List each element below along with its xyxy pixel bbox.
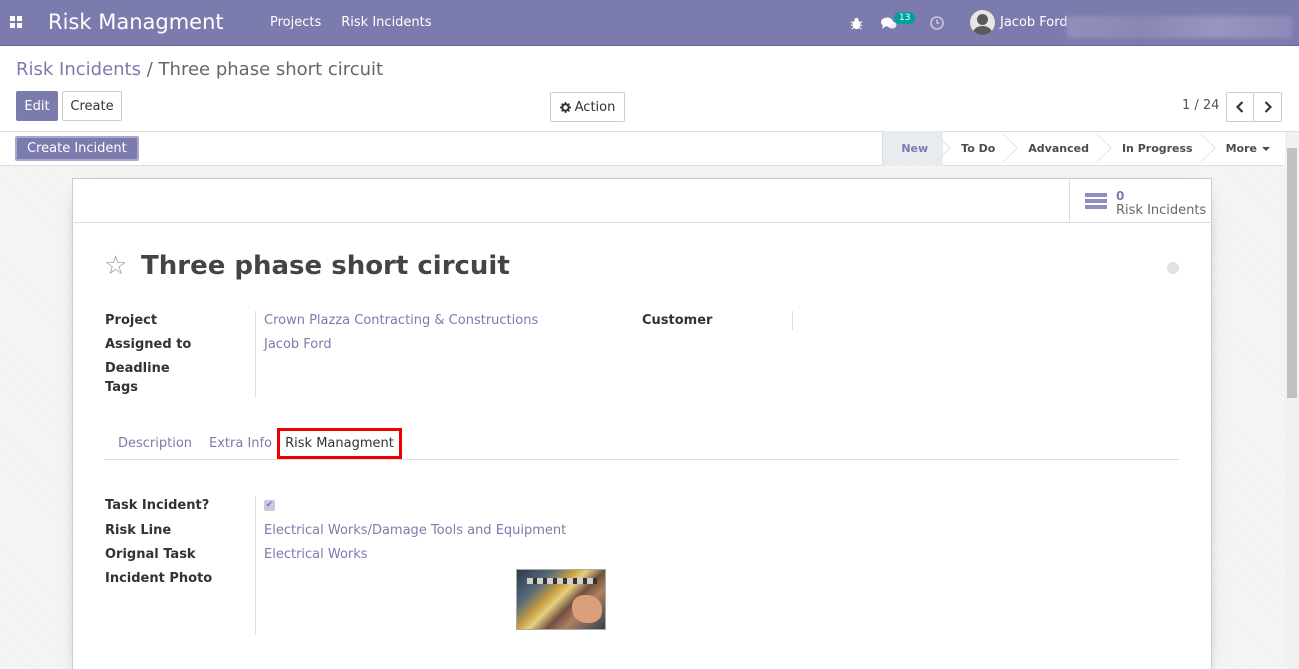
kanban-state-dot[interactable]	[1167, 262, 1179, 274]
assigned-to-label: Assigned to	[105, 337, 192, 352]
stage-advanced[interactable]: Advanced	[1010, 131, 1104, 166]
task-incident-label: Task Incident?	[105, 498, 210, 513]
customer-label: Customer	[642, 313, 713, 328]
list-stack-icon	[1085, 193, 1107, 211]
smart-button-count: 0	[1116, 189, 1125, 203]
record-title: Three phase short circuit	[141, 251, 510, 281]
user-name[interactable]: Jacob Ford	[1000, 15, 1068, 30]
more-label: More	[1225, 142, 1257, 155]
customer-separator	[792, 311, 793, 330]
stage-pipeline: New To Do Advanced In Progress More	[882, 131, 1282, 166]
button-box	[72, 178, 1212, 223]
risk-field-separator	[255, 496, 256, 635]
breadcrumb-current: Three phase short circuit	[158, 59, 384, 80]
scrollbar-thumb[interactable]	[1287, 148, 1297, 398]
gear-icon	[559, 101, 571, 113]
breadcrumb-separator: /	[146, 59, 153, 80]
incident-photo-label: Incident Photo	[105, 571, 213, 586]
stage-in-progress[interactable]: In Progress	[1104, 131, 1208, 166]
main-menu: Projects Risk Incidents	[270, 15, 432, 30]
user-avatar[interactable]	[970, 10, 995, 35]
chat-icon[interactable]	[881, 0, 897, 46]
risk-line-value[interactable]: Electrical Works/Damage Tools and Equipm…	[264, 523, 566, 538]
pager-previous-button[interactable]	[1226, 92, 1254, 122]
action-button[interactable]: Action	[550, 92, 625, 122]
original-task-label: Orignal Task	[105, 547, 196, 562]
stage-to-do[interactable]: To Do	[943, 131, 1010, 166]
deadline-label: Deadline	[105, 361, 170, 376]
chat-count-badge: 13	[894, 12, 916, 24]
stage-more-dropdown[interactable]: More	[1208, 131, 1282, 166]
project-value[interactable]: Crown Plazza Contracting & Constructions	[264, 313, 538, 328]
app-brand[interactable]: Risk Managment	[48, 10, 224, 34]
smart-button-label: Risk Incidents	[1116, 203, 1207, 218]
risk-line-label: Risk Line	[105, 523, 172, 538]
favorite-star-icon[interactable]: ☆	[104, 253, 127, 279]
tab-risk-managment[interactable]: Risk Managment	[277, 428, 402, 459]
create-incident-button[interactable]: Create Incident	[15, 136, 139, 161]
field-separator	[255, 311, 256, 397]
project-label: Project	[105, 313, 158, 328]
pager-value[interactable]: 1 / 24	[1182, 98, 1219, 113]
assigned-to-value[interactable]: Jacob Ford	[264, 337, 332, 352]
blurred-database-name	[1067, 16, 1292, 38]
tab-extra-info[interactable]: Extra Info	[209, 436, 272, 451]
original-task-value[interactable]: Electrical Works	[264, 547, 368, 562]
create-button[interactable]: Create	[62, 91, 122, 121]
tags-label: Tags	[105, 380, 139, 395]
stage-new[interactable]: New	[882, 131, 944, 166]
debug-bug-icon[interactable]	[850, 0, 863, 46]
action-label: Action	[574, 99, 616, 115]
chevron-left-icon	[1236, 101, 1244, 113]
apps-menu-icon[interactable]	[10, 16, 22, 28]
edit-button[interactable]: Edit	[16, 91, 58, 121]
chevron-right-icon	[1264, 101, 1272, 113]
activity-clock-icon[interactable]	[930, 0, 944, 46]
caret-down-icon	[1262, 146, 1270, 151]
task-incident-checkbox[interactable]: ✔	[264, 500, 275, 511]
menu-item-projects[interactable]: Projects	[270, 15, 321, 30]
tab-description[interactable]: Description	[118, 436, 192, 451]
menu-item-risk-incidents[interactable]: Risk Incidents	[341, 15, 431, 30]
breadcrumb: Risk Incidents / Three phase short circu…	[16, 59, 383, 80]
incident-photo-image[interactable]	[516, 569, 606, 630]
pager-next-button[interactable]	[1253, 92, 1282, 122]
notebook-tabs-line	[104, 459, 1179, 460]
breadcrumb-parent[interactable]: Risk Incidents	[16, 59, 141, 80]
